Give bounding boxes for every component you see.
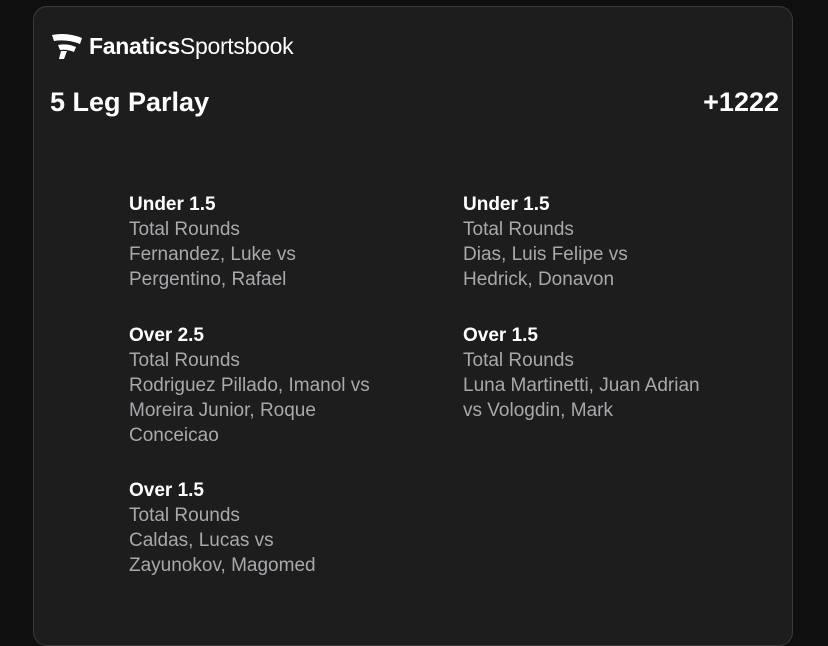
brand-name-bold: Fanatics — [89, 32, 180, 59]
parlay-leg: Over 1.5 Total Rounds Caldas, Lucas vs Z… — [129, 478, 429, 578]
leg-market: Total Rounds — [129, 350, 240, 371]
leg-event: vs Vologdin, Mark — [463, 400, 613, 421]
leg-market: Total Rounds — [129, 219, 240, 240]
leg-selection: Under 1.5 — [129, 194, 216, 215]
leg-selection: Over 1.5 — [463, 325, 538, 346]
leg-market: Total Rounds — [129, 505, 240, 526]
leg-selection: Under 1.5 — [463, 194, 550, 215]
leg-event: Conceicao — [129, 425, 219, 446]
leg-market: Total Rounds — [463, 350, 574, 371]
leg-event: Luna Martinetti, Juan Adrian — [463, 375, 700, 396]
parlay-leg: Over 2.5 Total Rounds Rodriguez Pillado,… — [129, 323, 429, 448]
brand-name: FanaticsSportsbook — [89, 32, 294, 60]
leg-event: Caldas, Lucas vs — [129, 530, 274, 551]
leg-event: Fernandez, Luke vs — [129, 244, 296, 265]
parlay-leg: Over 1.5 Total Rounds Luna Martinetti, J… — [463, 323, 763, 423]
bet-title: 5 Leg Parlay — [50, 87, 210, 117]
leg-event: Dias, Luis Felipe vs — [463, 244, 628, 265]
leg-event: Rodriguez Pillado, Imanol vs — [129, 375, 370, 396]
leg-market: Total Rounds — [463, 219, 574, 240]
parlay-leg: Under 1.5 Total Rounds Fernandez, Luke v… — [129, 192, 429, 292]
leg-selection: Over 2.5 — [129, 325, 204, 346]
bet-odds: +1222 — [703, 87, 779, 117]
bet-card: FanaticsSportsbook 5 Leg Parlay +1222 Un… — [33, 6, 793, 646]
brand-name-regular: Sportsbook — [179, 32, 294, 59]
fanatics-flag-icon — [52, 34, 82, 59]
brand-logo: FanaticsSportsbook — [51, 31, 294, 61]
leg-event: Pergentino, Rafael — [129, 269, 287, 290]
leg-event: Hedrick, Donavon — [463, 269, 615, 290]
leg-event: Zayunokov, Magomed — [129, 555, 316, 576]
leg-selection: Over 1.5 — [129, 480, 204, 501]
leg-event: Moreira Junior, Roque — [129, 400, 316, 421]
parlay-leg: Under 1.5 Total Rounds Dias, Luis Felipe… — [463, 192, 763, 292]
